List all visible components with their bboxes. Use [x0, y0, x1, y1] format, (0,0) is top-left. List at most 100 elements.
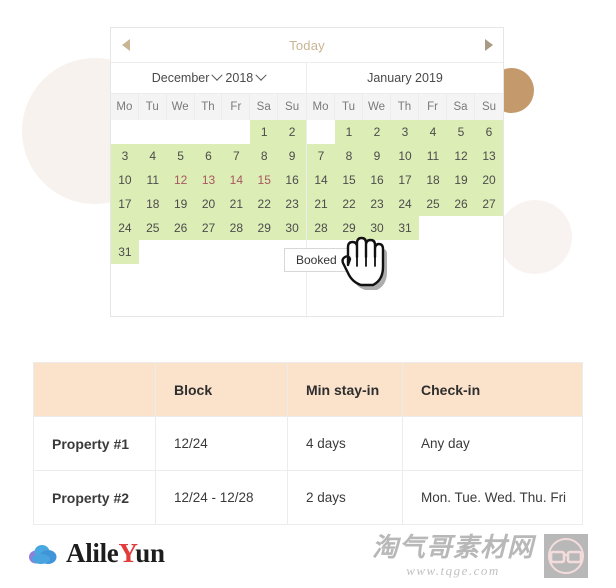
month-title-right: January 2019: [307, 63, 503, 94]
day-cell-jan-13[interactable]: 13: [475, 144, 503, 168]
day-cell-dec-3[interactable]: 3: [111, 144, 139, 168]
day-cell-jan-31[interactable]: 31: [391, 216, 419, 240]
today-label[interactable]: Today: [141, 38, 473, 53]
table-row: Property #2 12/24 - 12/28 2 days Mon. Tue. …: [33, 470, 583, 525]
day-cell-jan-7[interactable]: 7: [307, 144, 335, 168]
day-cell-dec-12[interactable]: 12: [166, 168, 195, 192]
weekday-sa-right: Sa: [447, 94, 475, 120]
day-cell-dec-15[interactable]: 15: [250, 168, 279, 192]
day-cell-jan-20[interactable]: 20: [475, 168, 503, 192]
day-cell-dec-13[interactable]: 13: [194, 168, 223, 192]
day-cell-jan-11[interactable]: 11: [419, 144, 447, 168]
day-cell-dec-24[interactable]: 24: [111, 216, 139, 240]
day-cell-jan-18[interactable]: 18: [419, 168, 447, 192]
day-cell-jan-6[interactable]: 6: [475, 120, 503, 144]
day-cell-dec-2[interactable]: 2: [278, 120, 306, 144]
next-month-button[interactable]: [473, 39, 503, 51]
day-cell-dec-31[interactable]: 31: [111, 240, 139, 264]
weekday-tu-right: Tu: [335, 94, 363, 120]
cloud-icon: [29, 544, 57, 564]
month-select-december[interactable]: December: [152, 69, 224, 85]
day-cell-dec-23[interactable]: 23: [278, 192, 306, 216]
day-cell-jan-10[interactable]: 10: [391, 144, 419, 168]
day-cell-dec-9[interactable]: 9: [278, 144, 306, 168]
day-cell-jan-17[interactable]: 17: [391, 168, 419, 192]
day-cell-dec-1[interactable]: 1: [250, 120, 279, 144]
day-cell-jan-27[interactable]: 27: [475, 192, 503, 216]
table-cell-1: 12/24: [155, 416, 288, 471]
weekday-fr-right: Fr: [419, 94, 447, 120]
table-cell-2: 4 days: [287, 416, 403, 471]
day-cell-empty: [167, 240, 195, 264]
day-cell-jan-9[interactable]: 9: [363, 144, 391, 168]
calendar-nav-bar: Today: [111, 28, 503, 63]
day-cell-dec-17[interactable]: 17: [111, 192, 139, 216]
day-cell-jan-26[interactable]: 26: [447, 192, 475, 216]
day-cell-dec-25[interactable]: 25: [138, 216, 167, 240]
day-cell-dec-5[interactable]: 5: [166, 144, 195, 168]
month-title-left: December 2018: [111, 63, 306, 94]
month-title-right-label: January 2019: [367, 71, 443, 85]
day-cell-dec-28[interactable]: 28: [222, 216, 251, 240]
day-cell-dec-7[interactable]: 7: [222, 144, 251, 168]
chevron-down-icon: [211, 69, 224, 81]
day-cell-jan-19[interactable]: 19: [447, 168, 475, 192]
day-cell-jan-1[interactable]: 1: [335, 120, 363, 144]
chevron-down-icon: [255, 69, 267, 81]
day-cell-dec-19[interactable]: 19: [166, 192, 195, 216]
day-cell-dec-14[interactable]: 14: [222, 168, 251, 192]
day-cell-jan-12[interactable]: 12: [447, 144, 475, 168]
date-grid-december: 1 2 3 4 5 6 7 8 9 10 11 12 13 14 15 16 17 18 19 20 21 22 23 24 2…: [111, 120, 306, 264]
watermark-text-block: 淘气哥素材网 www.tqge.com: [372, 535, 534, 577]
day-cell-jan-24[interactable]: 24: [391, 192, 419, 216]
day-cell-dec-18[interactable]: 18: [138, 192, 167, 216]
day-cell-empty: [222, 120, 250, 144]
year-select-2018[interactable]: 2018: [225, 69, 267, 85]
day-cell-dec-26[interactable]: 26: [166, 216, 195, 240]
day-cell-dec-16[interactable]: 16: [278, 168, 306, 192]
day-cell-jan-8[interactable]: 8: [335, 144, 363, 168]
day-cell-dec-30[interactable]: 30: [278, 216, 306, 240]
weekday-mo-left: Mo: [111, 94, 139, 120]
day-cell-jan-2[interactable]: 2: [363, 120, 391, 144]
day-cell-dec-21[interactable]: 21: [222, 192, 251, 216]
logo-wordmark: AlileYun: [66, 538, 165, 569]
logo-text-post: un: [135, 538, 165, 568]
day-cell-dec-10[interactable]: 10: [111, 168, 139, 192]
day-cell-jan-25[interactable]: 25: [419, 192, 447, 216]
col-header-min-stay: Min stay-in: [287, 362, 403, 417]
hand-cursor-pointer: [341, 236, 387, 290]
day-cell-dec-6[interactable]: 6: [194, 144, 223, 168]
day-cell-jan-3[interactable]: 3: [391, 120, 419, 144]
prev-month-button[interactable]: [111, 39, 141, 51]
day-cell-jan-22[interactable]: 22: [335, 192, 363, 216]
day-cell-empty: [447, 216, 475, 240]
day-cell-dec-20[interactable]: 20: [194, 192, 223, 216]
day-cell-jan-21[interactable]: 21: [307, 192, 335, 216]
day-cell-empty: [111, 120, 139, 144]
day-cell-jan-16[interactable]: 16: [363, 168, 391, 192]
table-row: Property #1 12/24 4 days Any day: [33, 416, 583, 471]
day-cell-jan-23[interactable]: 23: [363, 192, 391, 216]
month-december: December 2018 Mo Tu We Th Fr Sa Su 1 2 3 4 5 6 7 8 9 10…: [111, 63, 307, 318]
day-cell-jan-28[interactable]: 28: [307, 216, 335, 240]
day-cell-jan-4[interactable]: 4: [419, 120, 447, 144]
day-cell-dec-4[interactable]: 4: [138, 144, 167, 168]
day-cell-dec-27[interactable]: 27: [194, 216, 223, 240]
table-cell-3: Any day: [402, 416, 583, 471]
day-cell-jan-5[interactable]: 5: [447, 120, 475, 144]
table-cell-0: Property #2: [33, 470, 156, 525]
day-cell-empty: [222, 240, 250, 264]
day-cell-dec-8[interactable]: 8: [250, 144, 279, 168]
watermark: 淘气哥素材网 www.tqge.com: [372, 534, 589, 578]
day-cell-dec-29[interactable]: 29: [250, 216, 279, 240]
table-cell-3: Mon. Tue. Wed. Thu. Fri: [402, 470, 583, 525]
day-cell-jan-14[interactable]: 14: [307, 168, 335, 192]
weekday-su-left: Su: [285, 101, 300, 113]
table-head: Block Min stay-in Check-in: [33, 362, 583, 417]
day-cell-dec-22[interactable]: 22: [250, 192, 279, 216]
weekday-th-right: Th: [391, 94, 419, 120]
site-logo[interactable]: AlileYun: [28, 538, 165, 569]
day-cell-jan-15[interactable]: 15: [335, 168, 363, 192]
day-cell-dec-11[interactable]: 11: [138, 168, 167, 192]
